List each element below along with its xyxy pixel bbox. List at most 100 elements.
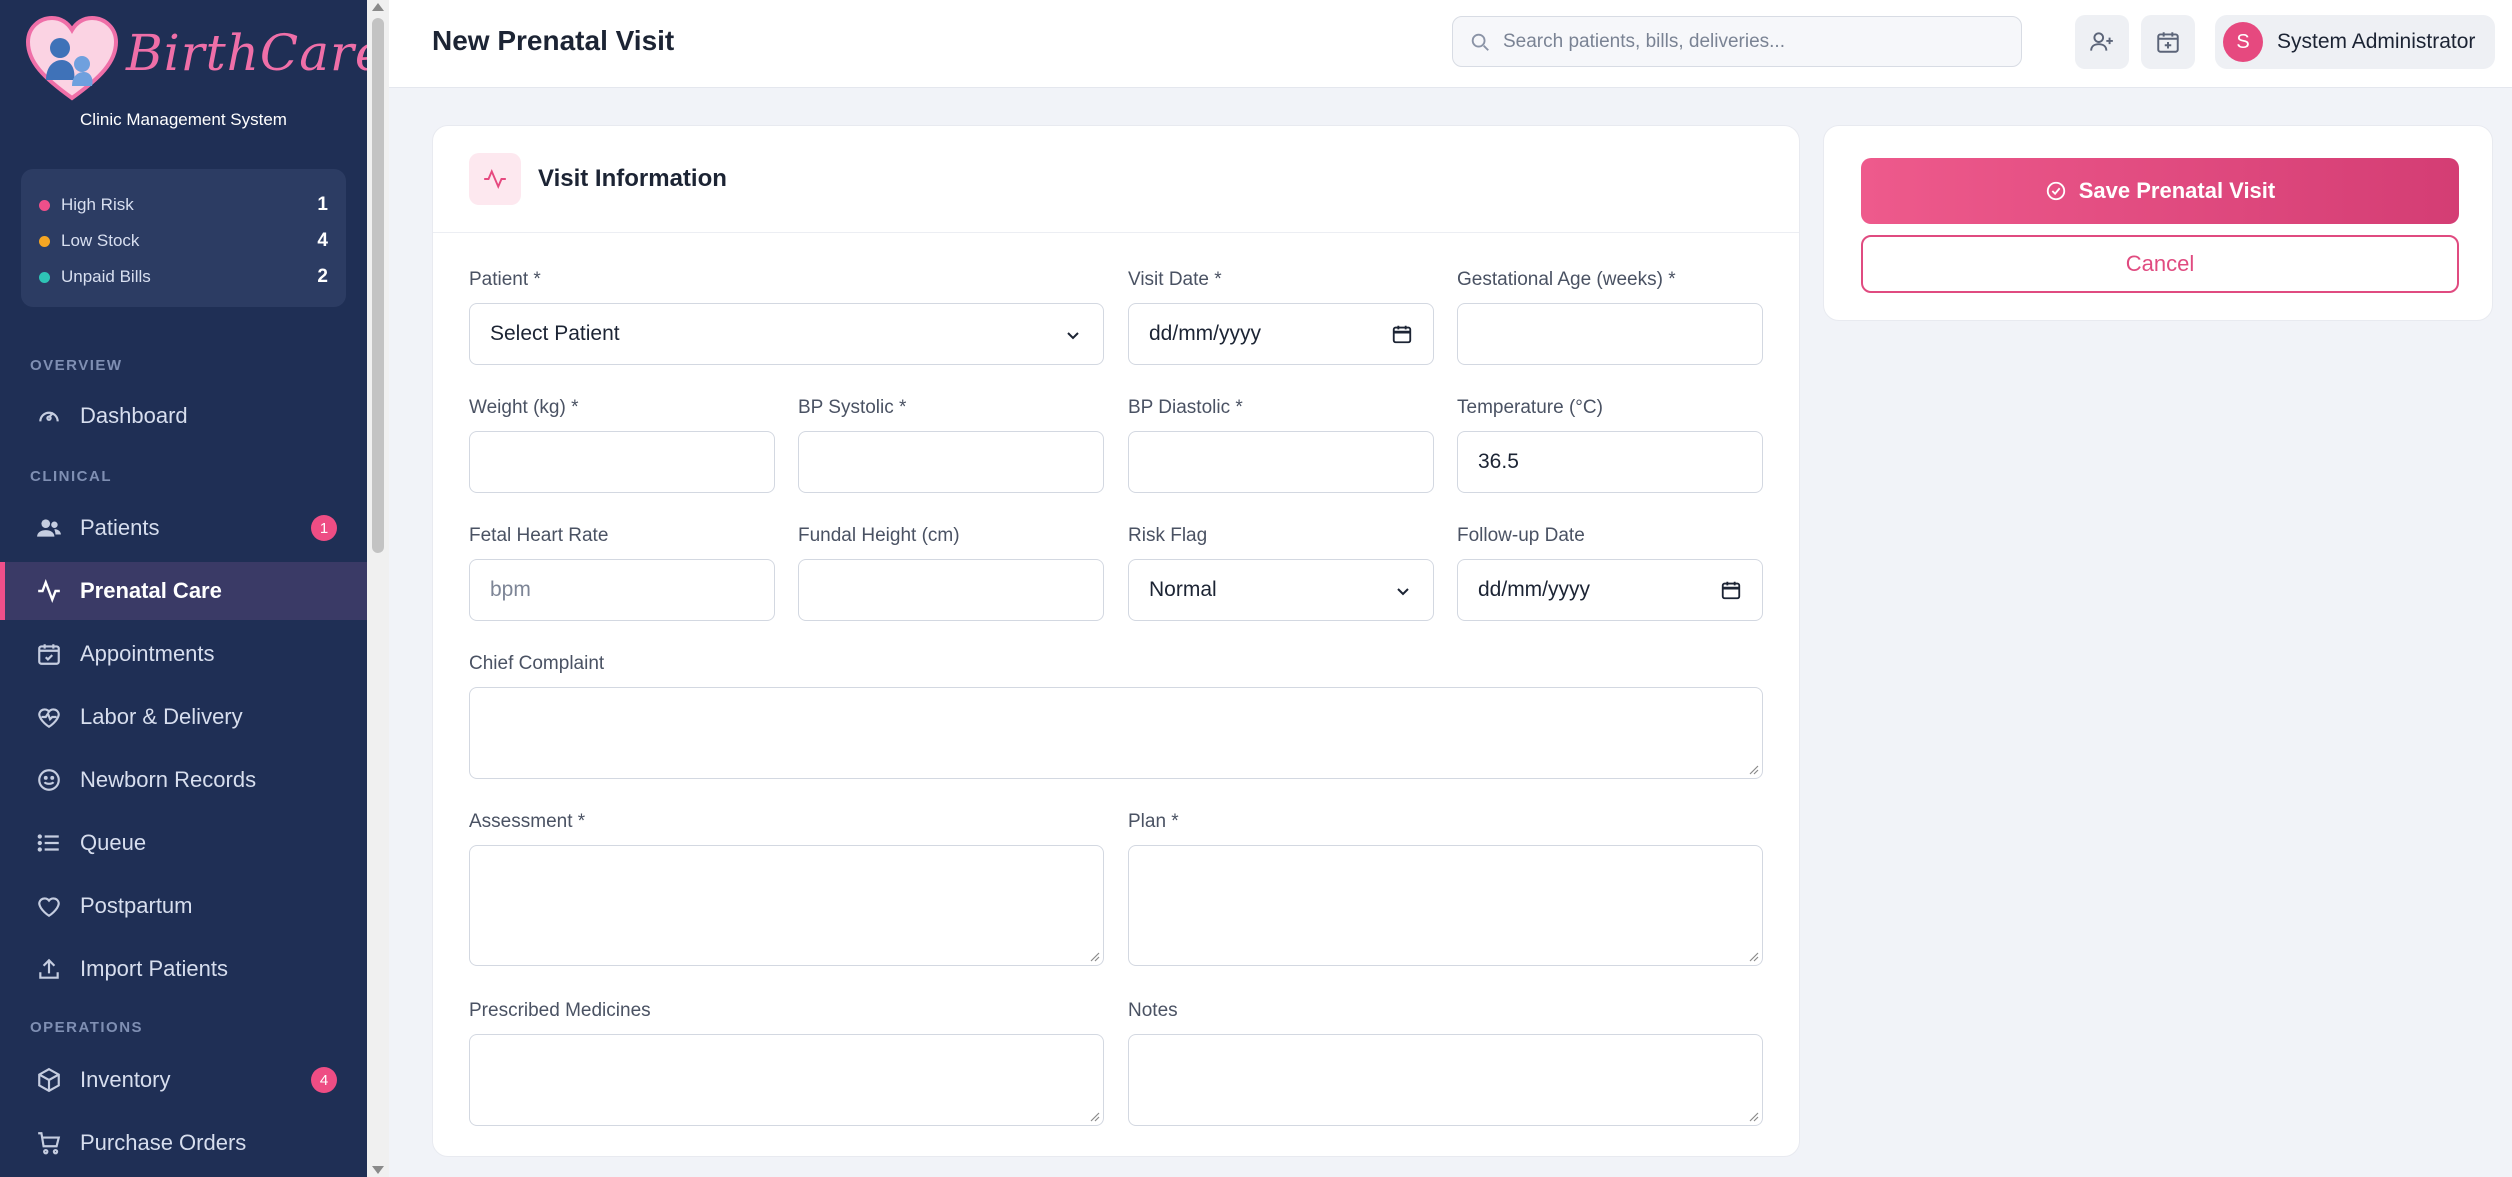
- temperature-field: Temperature (°C) 36.5: [1457, 397, 1763, 493]
- visit-date-field: Visit Date * dd/mm/yyyy: [1128, 269, 1434, 365]
- calendar-icon[interactable]: [1391, 323, 1413, 345]
- sidebar-item-postpartum[interactable]: Postpartum: [0, 877, 367, 935]
- resize-grip-icon[interactable]: [1088, 950, 1100, 962]
- sidebar-item-import-patients[interactable]: Import Patients: [0, 940, 367, 998]
- page-title: New Prenatal Visit: [432, 25, 675, 56]
- alert-low-stock[interactable]: Low Stock 4: [39, 223, 328, 259]
- fundal-height-input[interactable]: [798, 559, 1104, 621]
- sidebar-item-label: Prenatal Care: [80, 578, 222, 603]
- resize-grip-icon[interactable]: [1747, 763, 1759, 775]
- section-overview: OVERVIEW: [30, 357, 123, 374]
- brand-name: BirthCare: [126, 24, 367, 82]
- sidebar-item-label: Postpartum: [80, 893, 193, 918]
- sidebar-item-label: Purchase Orders: [80, 1130, 247, 1155]
- calendar-icon[interactable]: [1720, 579, 1742, 601]
- sidebar-item-label: Dashboard: [80, 403, 188, 428]
- fetal-heart-rate-input[interactable]: bpm: [469, 559, 775, 621]
- scroll-down-arrow-icon[interactable]: [372, 1166, 384, 1174]
- scroll-thumb[interactable]: [372, 18, 384, 553]
- alert-high-risk[interactable]: High Risk 1: [39, 187, 328, 223]
- patients-badge: 1: [311, 515, 337, 541]
- sidebar-item-label: Import Patients: [80, 956, 228, 981]
- status-dot-icon: [39, 235, 50, 247]
- bp-diastolic-field: BP Diastolic *: [1128, 397, 1434, 493]
- birthcare-logo: [25, 15, 119, 101]
- inventory-badge: 4: [311, 1067, 337, 1093]
- assessment-textarea[interactable]: [469, 845, 1104, 966]
- alerts-panel: High Risk 1 Low Stock 4 Unpaid Bills 2: [21, 169, 346, 307]
- sidebar-item-prenatal-care[interactable]: Prenatal Care: [0, 562, 367, 620]
- search-placeholder: Search patients, bills, deliveries...: [1503, 30, 1785, 52]
- user-name: System Administrator: [2277, 30, 2476, 53]
- search-input[interactable]: Search patients, bills, deliveries...: [1452, 16, 2022, 67]
- heart-pulse-icon: [34, 702, 64, 732]
- chief-complaint-field: Chief Complaint: [469, 653, 1763, 779]
- notes-textarea[interactable]: [1128, 1034, 1763, 1126]
- sidebar-item-label: Labor & Delivery: [80, 704, 243, 729]
- calendar-plus-icon: [2157, 32, 2179, 53]
- sidebar-item-inventory[interactable]: Inventory 4: [0, 1051, 367, 1109]
- alert-count: 1: [317, 194, 328, 215]
- risk-flag-field: Risk Flag Normal: [1128, 525, 1434, 621]
- sidebar-item-purchase-orders[interactable]: Purchase Orders: [0, 1114, 367, 1172]
- field-label: Temperature (°C): [1457, 397, 1603, 418]
- chief-complaint-textarea[interactable]: [469, 687, 1763, 779]
- activity-icon: [34, 576, 64, 606]
- topbar: New Prenatal Visit Search patients, bill…: [389, 0, 2512, 88]
- gestational-age-field: Gestational Age (weeks) *: [1457, 269, 1763, 365]
- fetal-heart-rate-field: Fetal Heart Rate bpm: [469, 525, 775, 621]
- plan-textarea[interactable]: [1128, 845, 1763, 966]
- sidebar-item-appointments[interactable]: Appointments: [0, 625, 367, 683]
- sidebar-item-label: Newborn Records: [80, 767, 257, 792]
- resize-grip-icon[interactable]: [1747, 950, 1759, 962]
- visit-date-input[interactable]: dd/mm/yyyy: [1128, 303, 1434, 365]
- scroll-up-arrow-icon[interactable]: [372, 3, 384, 11]
- field-label: Chief Complaint: [469, 653, 605, 674]
- status-dot-icon: [39, 271, 50, 283]
- save-prenatal-visit-button[interactable]: Save Prenatal Visit: [1861, 158, 2459, 224]
- plan-field: Plan *: [1128, 811, 1763, 966]
- new-appointment-button[interactable]: [2141, 15, 2195, 69]
- prescribed-medicines-textarea[interactable]: [469, 1034, 1104, 1126]
- list-icon: [34, 828, 64, 858]
- field-label: Follow-up Date: [1457, 525, 1585, 546]
- user-menu[interactable]: S System Administrator: [2215, 15, 2495, 69]
- bp-systolic-field: BP Systolic *: [798, 397, 1104, 493]
- cancel-button[interactable]: Cancel: [1861, 235, 2459, 293]
- sidebar-item-dashboard[interactable]: Dashboard: [0, 387, 367, 445]
- add-patient-button[interactable]: [2075, 15, 2129, 69]
- sidebar-item-labor-delivery[interactable]: Labor & Delivery: [0, 688, 367, 746]
- heart-icon: [34, 891, 64, 921]
- field-label: Gestational Age (weeks) *: [1457, 269, 1676, 290]
- risk-flag-select[interactable]: Normal: [1128, 559, 1434, 621]
- resize-grip-icon[interactable]: [1088, 1110, 1100, 1122]
- sidebar-item-patients[interactable]: Patients 1: [0, 499, 367, 557]
- sidebar-scrollbar[interactable]: [367, 0, 389, 1177]
- user-plus-icon: [2090, 32, 2113, 51]
- date-value: dd/mm/yyyy: [1478, 578, 1591, 601]
- follow-up-date-field: Follow-up Date dd/mm/yyyy: [1457, 525, 1763, 621]
- sidebar-item-label: Queue: [80, 830, 147, 855]
- sidebar-item-label: Inventory: [80, 1067, 171, 1092]
- smile-icon: [34, 765, 64, 795]
- notes-field: Notes: [1128, 1000, 1763, 1126]
- save-button-label: Save Prenatal Visit: [2078, 178, 2276, 203]
- sidebar-item-newborn-records[interactable]: Newborn Records: [0, 751, 367, 809]
- box-icon: [34, 1065, 64, 1095]
- gauge-icon: [34, 401, 64, 431]
- temperature-input[interactable]: 36.5: [1457, 431, 1763, 493]
- weight-input[interactable]: [469, 431, 775, 493]
- resize-grip-icon[interactable]: [1747, 1110, 1759, 1122]
- alert-count: 2: [317, 266, 328, 287]
- patient-select[interactable]: Select Patient: [469, 303, 1104, 365]
- follow-up-date-input[interactable]: dd/mm/yyyy: [1457, 559, 1763, 621]
- date-value: dd/mm/yyyy: [1149, 322, 1262, 345]
- bp-systolic-input[interactable]: [798, 431, 1104, 493]
- field-label: Risk Flag: [1128, 525, 1208, 546]
- alert-unpaid-bills[interactable]: Unpaid Bills 2: [39, 259, 328, 295]
- bp-diastolic-input[interactable]: [1128, 431, 1434, 493]
- field-label: Fundal Height (cm): [798, 525, 960, 546]
- alert-label: Low Stock: [61, 231, 140, 250]
- sidebar-item-queue[interactable]: Queue: [0, 814, 367, 872]
- gestational-age-input[interactable]: [1457, 303, 1763, 365]
